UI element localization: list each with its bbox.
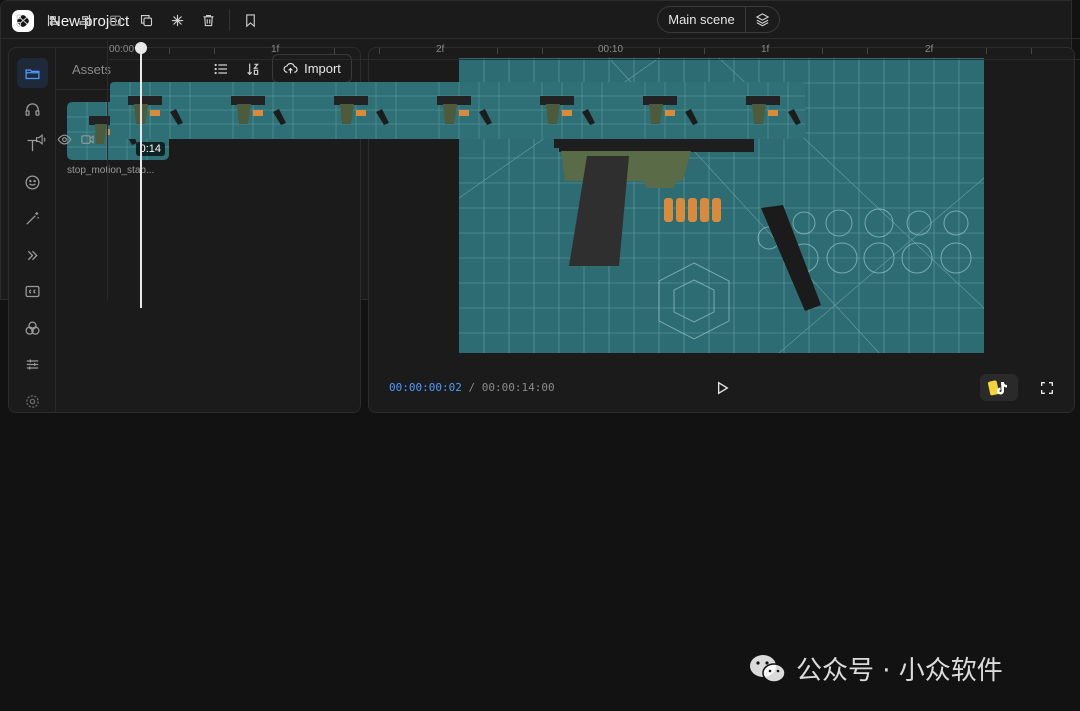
ruler-label: 2f (436, 44, 445, 55)
clip-frame (213, 82, 316, 139)
clip-frame (110, 82, 213, 139)
track-header-column (0, 40, 108, 300)
clip-frame (625, 82, 728, 139)
import-label: Import (304, 61, 341, 76)
ruler-tick (214, 48, 215, 54)
split-clip-icon[interactable] (105, 10, 125, 30)
filters-circles-icon[interactable] (17, 313, 48, 343)
align-right-icon[interactable] (74, 10, 94, 30)
volume-icon[interactable] (34, 132, 49, 147)
ruler-label: 2f (925, 44, 934, 55)
clip-frame (316, 82, 419, 139)
visibility-eye-icon[interactable] (57, 132, 72, 147)
video-camera-icon[interactable] (80, 132, 95, 147)
freeze-snowflake-icon[interactable] (167, 10, 187, 30)
ruler-tick (497, 48, 498, 54)
ruler-label: 1f (271, 44, 280, 55)
split-scissors-icon[interactable] (12, 10, 32, 30)
track-controls (34, 132, 95, 147)
align-left-icon[interactable] (43, 10, 63, 30)
watermark-text: 公众号 · 小众软件 (796, 656, 1003, 686)
ruler-tick (704, 48, 705, 54)
duplicate-icon[interactable] (136, 10, 156, 30)
wechat-icon (750, 654, 786, 683)
cloud-upload-icon (283, 63, 298, 74)
delete-trash-icon[interactable] (198, 10, 218, 30)
current-time: 00:00:00:02 (389, 381, 462, 394)
timeline-toolbar: Main scene (0, 0, 1080, 39)
timecode: 00:00:00:02 / 00:00:14:00 (389, 381, 555, 394)
layers-icon[interactable] (746, 12, 779, 27)
ruler-tick (659, 48, 660, 54)
total-time: 00:00:14:00 (481, 381, 555, 394)
ruler-tick (379, 48, 380, 54)
ruler-tick (542, 48, 543, 54)
scene-label[interactable]: Main scene (658, 7, 746, 32)
ruler-tick (169, 48, 170, 54)
play-icon[interactable] (714, 380, 730, 396)
ruler-label: 00:10 (598, 44, 624, 55)
clip-frame (419, 82, 522, 139)
scene-selector[interactable]: Main scene (657, 6, 780, 33)
bookmark-icon[interactable] (240, 10, 260, 30)
ruler-tick (1031, 48, 1032, 54)
sort-icon[interactable] (243, 59, 263, 79)
playhead-handle[interactable] (135, 42, 147, 54)
ruler-tick (986, 48, 987, 54)
timeline-ruler[interactable]: 00:00 1f 2f 00:10 1f 2f (109, 40, 1080, 60)
playhead-line[interactable] (140, 48, 142, 308)
tiktok-icon (988, 379, 1007, 395)
adjust-sliders-icon[interactable] (17, 349, 48, 379)
clip-frame (728, 82, 805, 139)
time-separator: / (468, 381, 476, 394)
clip-frame (522, 82, 625, 139)
ruler-tick (822, 48, 823, 54)
toolbar-divider (229, 9, 230, 31)
ruler-tick (867, 48, 868, 54)
ruler-label: 00:00 (109, 44, 135, 55)
ruler-label: 1f (761, 44, 770, 55)
fullscreen-icon[interactable] (1039, 380, 1055, 396)
settings-gear-icon[interactable] (17, 386, 48, 412)
video-clip[interactable] (110, 82, 805, 139)
ruler-tick (334, 48, 335, 54)
watermark: 公众号 · 小众软件 (748, 650, 1003, 687)
tiktok-export-button[interactable] (980, 374, 1018, 401)
list-view-icon[interactable] (211, 59, 231, 79)
